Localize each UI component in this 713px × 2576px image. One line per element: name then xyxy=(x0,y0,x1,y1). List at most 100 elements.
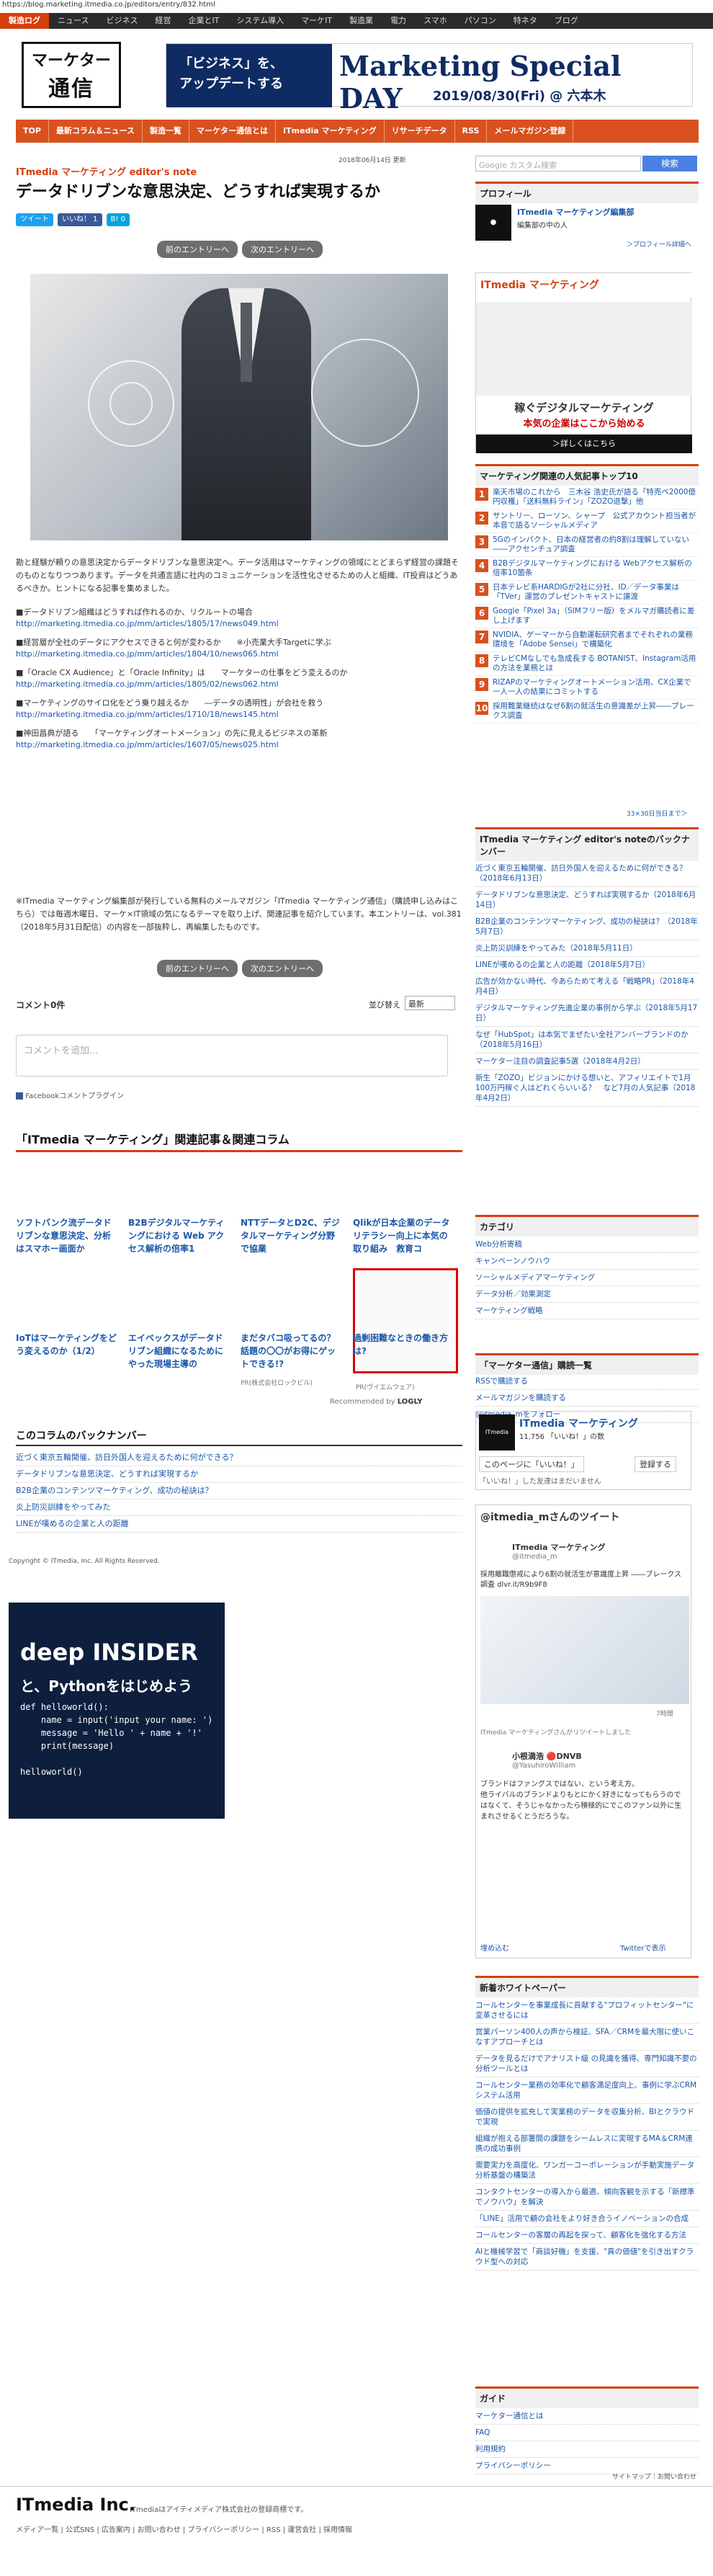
related-item[interactable]: まだタバコ吸ってるの？話題の〇〇がお得にゲットできる!? xyxy=(241,1332,341,1371)
ad-deep-insider[interactable]: deep INSIDER と、Pythonをはじめよう def hellowor… xyxy=(9,1603,225,1819)
whitepaper-item[interactable]: AIと機械学習で「商談好機」を支援、"真の価値"を引き出すクラウド型への対応 xyxy=(475,2244,699,2270)
sidebar-ad-more[interactable]: ＞詳しくはこちら xyxy=(476,434,692,453)
topnav-item[interactable]: ブログ xyxy=(546,13,587,29)
prev-entry-button[interactable]: 前のエントリーへ xyxy=(157,241,238,258)
article-link-url[interactable]: http://marketing.itmedia.co.jp/mm/articl… xyxy=(16,649,462,660)
ranking-text[interactable]: 採用難業継続はなぜ6割の就活生の意識差が上昇――ブレークス調査 xyxy=(493,702,699,721)
whitepaper-item[interactable]: 営業パーソン400人の声から検証、SFA／CRMを最大限に使いこなすアプローチと… xyxy=(475,2024,699,2051)
whitepaper-item[interactable]: 「LINE」活用で顧の会社をより好き合うイノベーションの合成 xyxy=(475,2211,699,2227)
hatebu-button[interactable]: B! 0 xyxy=(106,213,130,226)
tw-rt-name[interactable]: 小根満浩 🔴DNVB xyxy=(512,1750,582,1762)
topnav-item[interactable]: 経営 xyxy=(146,13,179,29)
side-backnum-item[interactable]: 近づく東京五輪開催、訪日外国人を迎えるために何ができる？（2018年6月13日） xyxy=(475,860,699,887)
subnav-item[interactable]: RSS xyxy=(455,120,488,143)
fb-like-button[interactable]: このページに「いいね！」 xyxy=(479,1456,584,1472)
sort-select[interactable]: 最新 xyxy=(405,996,455,1010)
topnav-item[interactable]: 製造ログ xyxy=(0,13,49,29)
topnav-item[interactable]: 特ネタ xyxy=(505,13,546,29)
search-input[interactable]: Google カスタム検索 xyxy=(475,156,641,171)
article-link-url[interactable]: http://marketing.itmedia.co.jp/mm/articl… xyxy=(16,618,462,630)
article-link-url[interactable]: http://marketing.itmedia.co.jp/mm/articl… xyxy=(16,739,462,751)
topnav-item[interactable]: ビジネス xyxy=(97,13,146,29)
comment-input[interactable]: コメントを追加... xyxy=(16,1035,448,1077)
category-item[interactable]: データ分析／効果測定 xyxy=(475,1286,699,1303)
subnav-item[interactable]: 最新コラム＆ニュース xyxy=(49,120,143,143)
tw-handle[interactable]: @itmedia_m xyxy=(512,1553,557,1561)
ranking-text[interactable]: 5Gのインパクト、日本の経営者の約8割は理解していない――アクセンチュア調査 xyxy=(493,535,699,554)
subnav-item[interactable]: ITmedia マーケティング xyxy=(276,120,385,143)
like-button[interactable]: いいね！ 1 xyxy=(58,213,102,226)
ranking-text[interactable]: 日本テレビ系HARDIGが2社に分社、ID／データ事業は「TVer」運営のプレゼ… xyxy=(493,583,699,602)
backnumber-item[interactable]: 炎上防災訓練をやってみた xyxy=(16,1499,462,1516)
whitepaper-item[interactable]: データを見るだけでアナリスト級 の見識を獲得、専門知識不要の分析ツールとは xyxy=(475,2051,699,2077)
ranking-row[interactable]: 2 サントリー、ローソン、シャープ 公式アカウント担当者が本音で語るソーシャルメデ… xyxy=(475,509,699,533)
topnav-item[interactable]: スマホ xyxy=(415,13,456,29)
article-link-url[interactable]: http://marketing.itmedia.co.jp/mm/articl… xyxy=(16,679,462,690)
ranking-row[interactable]: 9 RIZAPのマーケティングオートメーション活用、CX企業で一人一人の結果にコミ… xyxy=(475,676,699,700)
logly-logo[interactable]: LOGLY xyxy=(398,1398,423,1406)
topnav-item[interactable]: ニュース xyxy=(49,13,97,29)
category-item[interactable]: マーケティング戦略 xyxy=(475,1303,699,1319)
ranking-text[interactable]: 楽天市場のこれから 三木谷 浩史氏が語る「特売ペ2000億円収穫」「送料無料ライ… xyxy=(493,488,699,507)
subnav-item[interactable]: メールマガジン登録 xyxy=(487,120,574,143)
subnav-item[interactable]: TOP xyxy=(16,120,49,143)
ranking-row[interactable]: 8 テレビCMなしでも急成長する BOTANIST、Instagram活用の方法を… xyxy=(475,652,699,676)
footer-logo[interactable]: ITmedia Inc. xyxy=(16,2495,135,2515)
ranking-text[interactable]: NVIDIA、ゲーマーから自動運転研究者までそれぞれの業務環境を「Adobe S… xyxy=(493,630,699,649)
whitepaper-item[interactable]: コンタクトセンターの導入から最適、傾向客観を示する「新標準でノウハウ」を解決 xyxy=(475,2184,699,2211)
related-item[interactable]: B2Bデジタルマーケティングにおける Web アクセス解析の倍率1 xyxy=(128,1216,229,1255)
ad-banner[interactable]: 「ビジネス」を、 アップデートする Marketing Special DAY … xyxy=(166,43,693,115)
related-item[interactable]: エイベックスがデータドリブン組織になるためにやった現場主導の xyxy=(128,1332,229,1371)
ranking-text[interactable]: サントリー、ローソン、シャープ 公式アカウント担当者が本音で語るソーシャルメディ… xyxy=(493,512,699,530)
category-item[interactable]: キャンペーンノウハウ xyxy=(475,1253,699,1270)
footer-links[interactable]: メディア一覧 | 公式SNS | 広告案内 | お問い合わせ | プライバシーポ… xyxy=(16,2523,352,2534)
ranking-text[interactable]: B2Bデジタルマーケティングにおける Webアクセス解析の倍率10箇条 xyxy=(493,559,699,578)
ranking-row[interactable]: 5 日本テレビ系HARDIGが2社に分社、ID／データ事業は「TVer」運営のプレ… xyxy=(475,581,699,605)
ranking-row[interactable]: 6 Google「Pixel 3a」（SIMフリー版）をメルマガ購読者に差し上げま… xyxy=(475,605,699,628)
related-item[interactable]: IoTはマーケティングをどう変えるのか（1/2） xyxy=(16,1332,117,1371)
next-entry-button-bottom[interactable]: 次のエントリーへ xyxy=(242,960,323,977)
fb-comment-plugin[interactable]: Facebookコメントプラグイン xyxy=(16,1089,124,1100)
tweet-button[interactable]: ツイート xyxy=(16,213,53,226)
subnav-item[interactable]: リサーチデータ xyxy=(385,120,455,143)
guide-item[interactable]: 利用規約 xyxy=(475,2441,699,2458)
related-item[interactable]: NTTデータとD2C、デジタルマーケティング分野で協業 xyxy=(241,1216,341,1255)
category-item[interactable]: Web分析寄稿 xyxy=(475,1236,699,1253)
tw-rt-handle[interactable]: @YasuhiroWilliam xyxy=(512,1762,575,1770)
search-button[interactable]: 検索 xyxy=(642,156,697,171)
side-backnum-item[interactable]: LINEが嘆めるの企業と人の距離（2018年5月7日） xyxy=(475,957,699,973)
whitepaper-item[interactable]: 組織が抱える部署間の課題をシームレスに実現するMA＆CRM連携の成功事例 xyxy=(475,2131,699,2157)
footer-sitemap[interactable]: サイトマップ｜お問い合わせ xyxy=(612,2472,696,2481)
subnav-item[interactable]: マーケター通信とは xyxy=(189,120,277,143)
topnav-item[interactable]: 企業とIT xyxy=(179,13,228,29)
whitepaper-item[interactable]: コールセンターを事業成長に貢献する"プロフィットセンター"に変革させるには xyxy=(475,1997,699,2024)
subnav-item[interactable]: 製造一覧 xyxy=(143,120,190,143)
side-backnum-item[interactable]: なぜ「HubSpot」は本気でまぜたい全社アンバーブランドのか（2018年5月1… xyxy=(475,1027,699,1053)
subscribe-item[interactable]: RSSで購読する xyxy=(475,1373,699,1390)
whitepaper-item[interactable]: 価値の提供を拡充して実業務のデータを収集分析、BIとクラウドで実現 xyxy=(475,2104,699,2131)
ranking-text[interactable]: RIZAPのマーケティングオートメーション活用、CX企業で一人一人の結果にコミッ… xyxy=(493,678,699,697)
ranking-text[interactable]: Google「Pixel 3a」（SIMフリー版）をメルマガ購読者に差し上げます xyxy=(493,607,699,625)
ranking-row[interactable]: 10 採用難業継続はなぜ6割の就活生の意識差が上昇――ブレークス調査 xyxy=(475,700,699,723)
topnav-item[interactable]: 電力 xyxy=(382,13,415,29)
whitepaper-item[interactable]: コールセンターの客層の再起を探って、顧客化を強化する方法 xyxy=(475,2227,699,2244)
side-backnum-item[interactable]: マーケター注目の調査記事5選（2018年4月2日） xyxy=(475,1053,699,1070)
ranking-row[interactable]: 1 楽天市場のこれから 三木谷 浩史氏が語る「特売ペ2000億円収穫」「送料無料ラ… xyxy=(475,486,699,509)
fb-name[interactable]: ITmedia マーケティング xyxy=(519,1416,638,1430)
side-backnum-item[interactable]: 新生「ZOZO」ビジョンにかける想いと、アフィリエイトで1月100万円稼ぐ人はど… xyxy=(475,1070,699,1107)
side-backnum-item[interactable]: B2B企業のコンテンツマーケティング、成功の秘訣は？（2018年5月7日） xyxy=(475,914,699,940)
related-item[interactable]: 過剰困難なときの働き方は? xyxy=(353,1332,454,1371)
ranking-row[interactable]: 4 B2Bデジタルマーケティングにおける Webアクセス解析の倍率10箇条 xyxy=(475,557,699,581)
backnumber-item[interactable]: B2B企業のコンテンツマーケティング、成功の秘訣は？ xyxy=(16,1483,462,1499)
topnav-item[interactable]: システム導入 xyxy=(228,13,292,29)
topnav-item[interactable]: パソコン xyxy=(456,13,505,29)
sidebar-ad[interactable]: ITmedia マーケティング 稼ぐデジタルマーケティング 本気の企業はここから… xyxy=(475,272,692,453)
whitepaper-item[interactable]: コールセンター業務の効率化で顧客満足度向上、事例に学ぶCRMシステム活用 xyxy=(475,2077,699,2104)
site-logo[interactable]: マーケター 通信 xyxy=(22,42,121,108)
guide-item[interactable]: FAQ xyxy=(475,2425,699,2441)
ranking-footer[interactable]: 33×30日当日まで＞ xyxy=(627,808,687,818)
fb-register-button[interactable]: 登録する xyxy=(634,1456,676,1472)
subscribe-item[interactable]: メールマガジンを購読する xyxy=(475,1390,699,1407)
article-link-url[interactable]: http://marketing.itmedia.co.jp/mm/articl… xyxy=(16,709,462,721)
backnumber-item[interactable]: データドリブンな意思決定、どうすれば実現するか xyxy=(16,1466,462,1483)
